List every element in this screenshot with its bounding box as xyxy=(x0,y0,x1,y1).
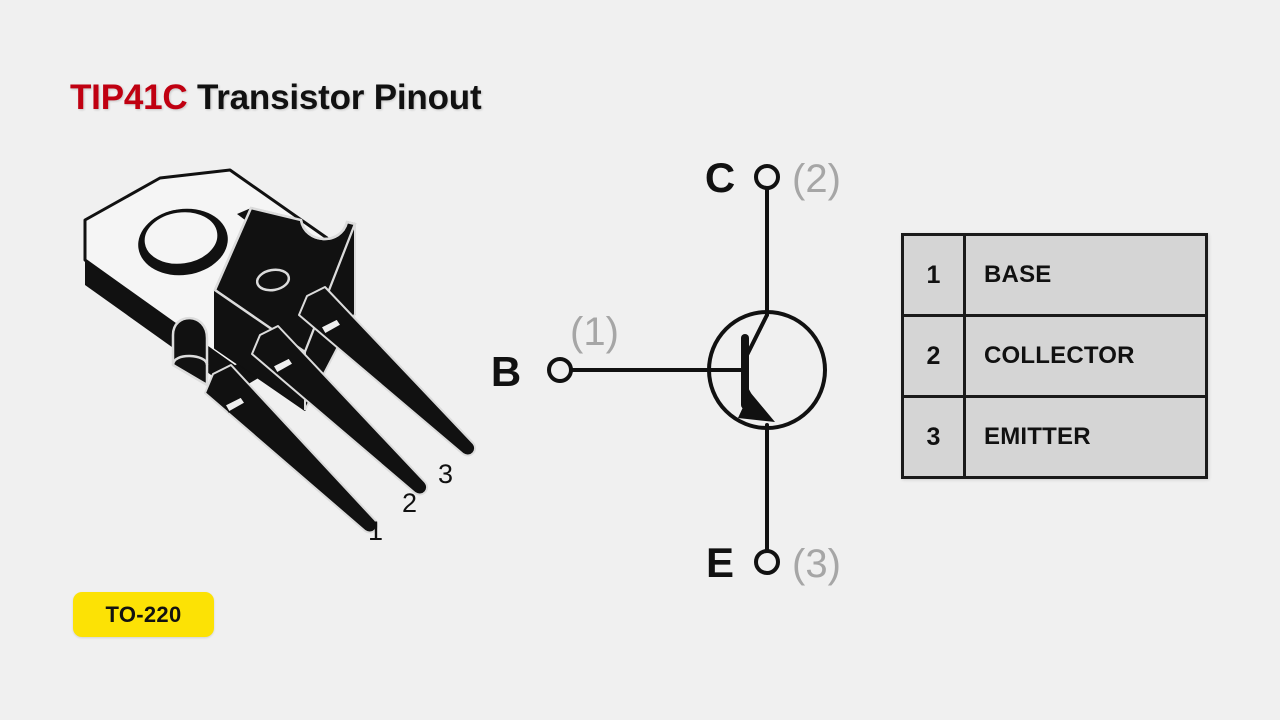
base-letter: B xyxy=(491,348,521,395)
pin-function-cell: COLLECTOR xyxy=(963,314,1208,398)
page-title-part-number: TIP41C xyxy=(70,78,188,117)
npn-transistor-schematic: B C E (1) (2) (3) xyxy=(491,154,841,586)
table-row: 1 BASE xyxy=(901,233,1208,317)
package-type-label: TO-220 xyxy=(105,601,182,627)
pinout-diagram-page: TIP41C Transistor Pinout 1 2 3 B C E (1)… xyxy=(0,0,1280,720)
emitter-letter: E xyxy=(706,539,734,586)
collector-letter: C xyxy=(705,154,735,201)
pin-number-cell: 1 xyxy=(901,233,966,317)
pin-number-cell: 3 xyxy=(901,395,966,479)
collector-terminal-circle xyxy=(754,164,780,190)
pin-function-cell: BASE xyxy=(963,233,1208,317)
table-row: 3 EMITTER xyxy=(901,395,1208,479)
emitter-pin-ref: (3) xyxy=(792,542,841,586)
page-title-suffix: Transistor Pinout xyxy=(187,78,482,117)
pin-function-cell: EMITTER xyxy=(963,395,1208,479)
emitter-terminal-circle xyxy=(754,549,780,575)
base-terminal-circle xyxy=(547,357,573,383)
lead-label-1: 1 xyxy=(368,516,383,546)
base-pin-ref: (1) xyxy=(570,310,619,354)
collector-pin-ref: (2) xyxy=(792,157,841,201)
lead-2 xyxy=(251,325,429,496)
package-type-badge: TO-220 xyxy=(73,592,214,637)
page-title: TIP41C Transistor Pinout xyxy=(70,78,482,118)
pinout-table-body: 1 BASE 2 COLLECTOR 3 EMITTER xyxy=(901,233,1208,479)
pinout-table: 1 BASE 2 COLLECTOR 3 EMITTER xyxy=(901,233,1208,479)
to220-package-drawing: 1 2 3 xyxy=(83,168,477,546)
lead-label-2: 2 xyxy=(402,488,417,518)
pin-number-cell: 2 xyxy=(901,314,966,398)
table-row: 2 COLLECTOR xyxy=(901,314,1208,398)
collector-diagonal xyxy=(744,313,769,359)
lead-label-3: 3 xyxy=(438,459,453,489)
